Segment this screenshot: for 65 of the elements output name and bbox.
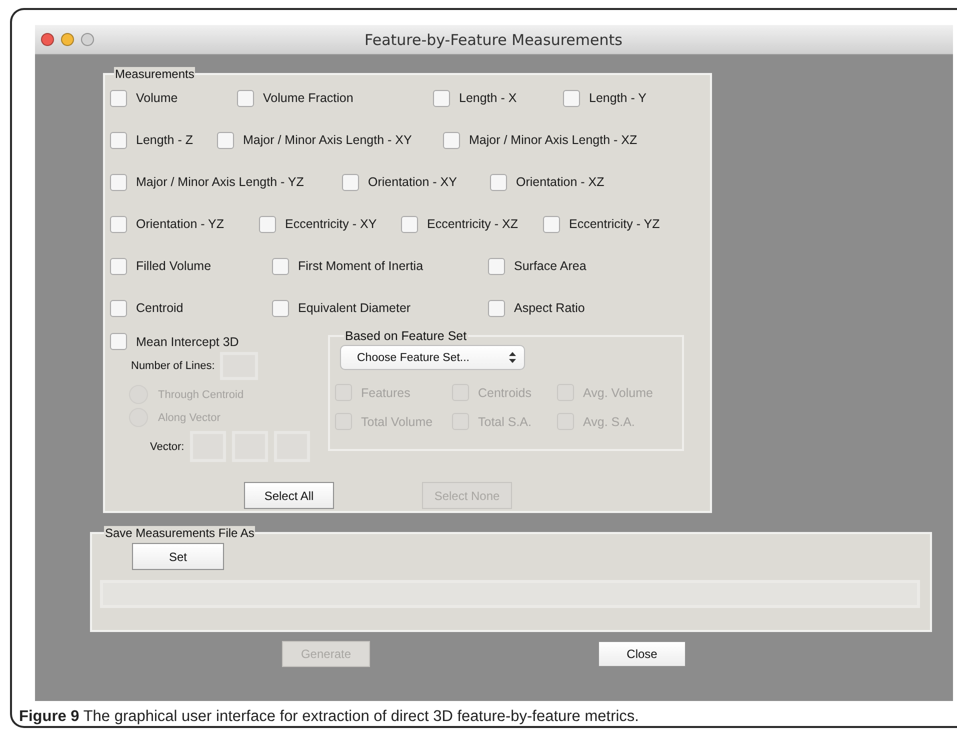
checkbox[interactable] — [110, 300, 127, 316]
checkbox[interactable] — [110, 258, 127, 274]
window-title: Feature-by-Feature Measurements — [364, 30, 624, 48]
checkbox-label: Surface Area — [514, 259, 586, 273]
checkbox-label: Equivalent Diameter — [298, 301, 411, 315]
checkbox-label: Features — [361, 386, 410, 400]
checkbox-label: Length - X — [459, 91, 517, 105]
checkbox-label: Eccentricity - XZ — [427, 217, 518, 231]
radio-label: Along Vector — [158, 412, 220, 424]
checkbox[interactable] — [490, 174, 507, 190]
checkbox-label: Eccentricity - XY — [285, 217, 377, 231]
window-close-button[interactable] — [41, 33, 54, 46]
checkbox[interactable] — [217, 132, 234, 148]
select-button[interactable]: Select All — [244, 482, 334, 509]
window-minimize-button[interactable] — [61, 33, 74, 46]
checkbox-label: Volume Fraction — [263, 91, 354, 105]
checkbox-label: Mean Intercept 3D — [136, 334, 239, 348]
checkbox-label: Total Volume — [361, 414, 433, 428]
checkbox[interactable] — [272, 258, 289, 274]
checkbox-label: Centroid — [136, 301, 184, 315]
panel-title: Save Measurements File As — [104, 526, 256, 540]
checkbox-label: Major / Minor Axis Length - YZ — [136, 175, 304, 189]
checkbox-label: Total S.A. — [478, 414, 532, 428]
checkbox-label: Orientation - YZ — [136, 217, 224, 231]
checkbox-label: Aspect Ratio — [514, 301, 585, 315]
checkbox-label: Volume — [136, 91, 178, 105]
checkbox[interactable] — [110, 90, 127, 106]
checkbox[interactable] — [272, 300, 289, 316]
checkbox[interactable] — [488, 258, 505, 274]
footer-button[interactable]: Close — [598, 641, 686, 667]
checkbox[interactable] — [543, 216, 560, 232]
panel-title: Measurements — [114, 67, 196, 81]
checkbox-label: Major / Minor Axis Length - XY — [243, 133, 412, 147]
checkbox[interactable] — [443, 132, 460, 148]
checkbox[interactable] — [110, 216, 127, 232]
set-button[interactable]: Set — [132, 543, 224, 570]
checkbox-label: Eccentricity - YZ — [569, 217, 660, 231]
checkbox-label: Length - Y — [589, 91, 646, 105]
group-title: Based on Feature Set — [344, 329, 468, 343]
checkbox-label: Avg. S.A. — [583, 414, 635, 428]
checkbox[interactable] — [401, 216, 418, 232]
checkbox-label: Centroids — [478, 386, 532, 400]
checkbox-label: Filled Volume — [136, 259, 212, 273]
checkbox-label: First Moment of Inertia — [298, 259, 424, 273]
checkbox[interactable] — [259, 216, 276, 232]
checkbox[interactable] — [488, 300, 505, 316]
radio-label: Through Centroid — [158, 388, 244, 400]
checkbox[interactable] — [110, 174, 127, 190]
updown-arrow-icon — [509, 352, 516, 363]
feature-set-dropdown[interactable]: Choose Feature Set... — [340, 345, 525, 370]
field-label: Vector: — [150, 440, 184, 452]
field-label: Number of Lines: — [131, 360, 215, 372]
checkbox[interactable] — [342, 174, 359, 190]
window-zoom-button[interactable] — [81, 33, 94, 46]
checkbox-label: Length - Z — [136, 133, 193, 147]
checkbox-label: Orientation - XZ — [516, 175, 604, 189]
checkbox[interactable] — [110, 132, 127, 148]
checkbox[interactable] — [433, 90, 450, 106]
checkbox[interactable] — [237, 90, 254, 106]
checkbox-label: Major / Minor Axis Length - XZ — [469, 133, 638, 147]
checkbox-label: Orientation - XY — [368, 175, 457, 189]
checkbox[interactable] — [563, 90, 580, 106]
figure-caption: Figure 9 The graphical user interface for extraction of direct 3D feature-by-feature metrics. — [19, 708, 640, 726]
checkbox-label: Avg. Volume — [583, 386, 653, 400]
checkbox[interactable] — [110, 333, 127, 350]
